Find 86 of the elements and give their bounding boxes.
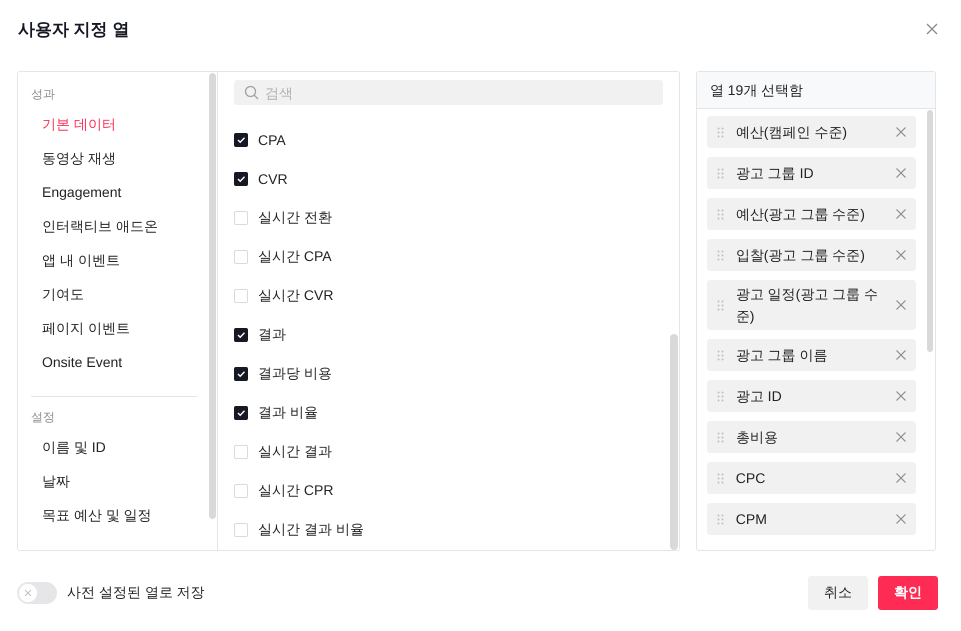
category-item[interactable]: 페이지 이벤트 xyxy=(31,310,136,344)
checkbox[interactable] xyxy=(234,406,248,420)
category-item[interactable]: 인터랙티브 애드온 xyxy=(31,208,164,242)
metric-label: 결과 비율 xyxy=(258,404,318,422)
remove-icon[interactable] xyxy=(896,250,906,260)
x-icon xyxy=(24,589,32,597)
metric-label: 실시간 CPR xyxy=(258,482,334,500)
dialog-title: 사용자 지정 열 xyxy=(18,18,130,40)
scrollbar[interactable] xyxy=(209,73,216,519)
column-name: CPM xyxy=(736,510,768,529)
column-name: 광고 ID xyxy=(736,387,783,406)
drag-handle-icon[interactable] xyxy=(716,350,724,360)
category-item[interactable]: 앱 내 이벤트 xyxy=(31,242,126,276)
column-name: 입찰(광고 그룹 수준) xyxy=(736,246,866,265)
section-heading: 성과 xyxy=(31,86,56,103)
category-item[interactable]: 날짜 xyxy=(31,463,76,497)
column-name: 광고 그룹 이름 xyxy=(736,346,829,365)
search-field[interactable]: 검색 xyxy=(234,80,663,105)
selected-column-chip[interactable]: CPC xyxy=(706,462,916,494)
selected-column-chip[interactable]: 입찰(광고 그룹 수준) xyxy=(706,239,916,271)
checkbox[interactable] xyxy=(234,172,248,186)
metric-label: CVR xyxy=(258,170,288,186)
category-item[interactable]: 동영상 재생 xyxy=(31,140,122,174)
scrollbar[interactable] xyxy=(670,334,678,550)
metric-label: 실시간 CPA xyxy=(258,248,332,266)
metric-label: 실시간 결과 비율 xyxy=(258,520,364,538)
selected-column-chip[interactable]: 예산(광고 그룹 수준) xyxy=(706,198,916,230)
column-name: 광고 일정(광고 그룹 수준) xyxy=(736,285,880,326)
remove-icon[interactable] xyxy=(896,391,906,401)
remove-icon[interactable] xyxy=(896,473,906,483)
category-item[interactable]: Onsite Event xyxy=(31,344,128,378)
selected-count-header: 열 19개 선택함 xyxy=(696,72,935,109)
category-item[interactable]: 기여도 xyxy=(31,276,90,310)
drag-handle-icon[interactable] xyxy=(716,432,724,442)
check-icon xyxy=(236,408,246,418)
selected-column-chip[interactable]: 광고 그룹 ID xyxy=(706,157,916,189)
selected-column-chip[interactable]: 광고 그룹 이름 xyxy=(706,339,916,371)
column-name: CPC xyxy=(736,469,766,488)
selected-column-chip[interactable]: 총비용 xyxy=(706,421,916,453)
metric-label: 결과 xyxy=(258,326,286,344)
metric-label: CPA xyxy=(258,132,286,148)
drag-handle-icon[interactable] xyxy=(716,472,724,484)
drag-handle-icon[interactable] xyxy=(716,250,724,260)
category-item[interactable]: 기본 데이터 xyxy=(31,106,122,140)
close-icon[interactable] xyxy=(925,22,939,36)
section-heading: 설정 xyxy=(31,409,56,426)
metric-label: 결과당 비용 xyxy=(258,364,332,382)
metric-label: 실시간 결과 xyxy=(258,442,332,460)
column-name: 예산(광고 그룹 수준) xyxy=(736,205,866,224)
check-icon xyxy=(236,368,246,378)
selected-column-chip[interactable]: 광고 ID xyxy=(706,380,916,412)
checkbox[interactable] xyxy=(234,366,248,380)
checkbox[interactable] xyxy=(234,132,248,146)
selected-column-chip[interactable]: 예산(캠페인 수준) xyxy=(706,116,916,148)
drag-handle-icon[interactable] xyxy=(716,168,724,178)
selected-column-chip[interactable]: CPM xyxy=(706,503,916,535)
cancel-button[interactable]: 취소 xyxy=(808,576,868,610)
drag-handle-icon[interactable] xyxy=(716,208,724,220)
remove-icon[interactable] xyxy=(896,514,906,524)
check-icon xyxy=(236,174,246,184)
confirm-button[interactable]: 확인 xyxy=(878,576,938,610)
check-icon xyxy=(236,330,246,340)
checkbox[interactable] xyxy=(234,328,248,342)
category-item[interactable]: Engagement xyxy=(31,174,128,208)
drag-handle-icon[interactable] xyxy=(716,126,724,138)
drag-handle-icon[interactable] xyxy=(716,300,724,310)
remove-icon[interactable] xyxy=(896,350,906,360)
remove-icon[interactable] xyxy=(896,432,906,442)
column-name: 예산(캠페인 수준) xyxy=(736,123,848,142)
remove-icon[interactable] xyxy=(896,300,906,310)
drag-handle-icon[interactable] xyxy=(716,390,724,402)
remove-icon[interactable] xyxy=(896,127,906,137)
drag-handle-icon[interactable] xyxy=(716,514,724,524)
column-name: 총비용 xyxy=(736,428,779,447)
check-icon xyxy=(236,134,246,144)
scrollbar[interactable] xyxy=(927,110,933,352)
toggle-switch[interactable] xyxy=(17,582,57,604)
remove-icon[interactable] xyxy=(896,209,906,219)
category-item[interactable]: 이름 및 ID xyxy=(31,429,112,463)
category-item[interactable]: 목표 예산 및 일정 xyxy=(31,497,158,531)
toggle-label: 사전 설정된 열로 저장 xyxy=(67,584,205,602)
selected-column-chip[interactable]: 광고 일정(광고 그룹 수준) xyxy=(706,280,916,330)
column-name: 광고 그룹 ID xyxy=(736,164,815,183)
metric-label: 실시간 전환 xyxy=(258,208,332,226)
metric-label: 실시간 CVR xyxy=(258,286,334,304)
remove-icon[interactable] xyxy=(896,168,906,178)
